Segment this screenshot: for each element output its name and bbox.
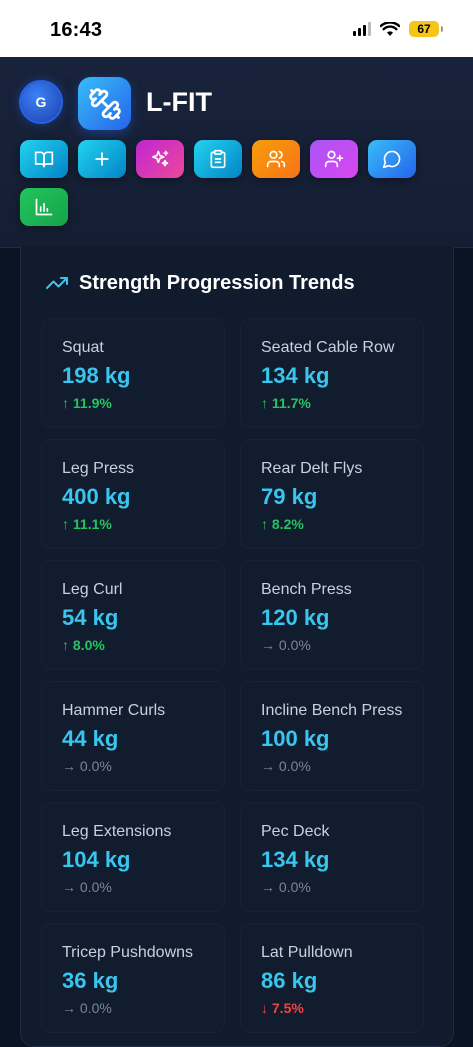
exercise-weight: 36 kg: [62, 968, 119, 993]
clipboard-icon: [210, 149, 226, 169]
community-button[interactable]: [252, 140, 300, 178]
wifi-icon: [380, 21, 400, 36]
battery-indicator: 67: [409, 21, 443, 37]
exercise-name: Leg Extensions: [62, 823, 172, 840]
exercise-name: Incline Bench Press: [261, 702, 403, 719]
exercise-tile[interactable]: Squat 198 kg ↑ 11.9%: [41, 318, 225, 428]
exercise-name: Hammer Curls: [62, 702, 166, 719]
add-button[interactable]: [78, 140, 126, 178]
library-button[interactable]: [20, 140, 68, 178]
exercise-weight: 120 kg: [261, 605, 330, 630]
dumbbell-icon: [88, 87, 121, 120]
app-logo: [78, 77, 131, 130]
avatar-initial: G: [35, 94, 47, 110]
exercise-weight: 134 kg: [261, 847, 330, 872]
exercise-tile[interactable]: Tricep Pushdowns 36 kg → 0.0%: [41, 923, 225, 1033]
add-friend-button[interactable]: [310, 140, 358, 178]
battery-level: 67: [417, 22, 431, 36]
exercise-change: ↑ 11.7%: [261, 395, 311, 411]
trending-up-icon: [46, 277, 68, 289]
book-open-icon: [34, 151, 54, 168]
exercise-name: Seated Cable Row: [261, 339, 395, 356]
exercise-change: → 0.0%: [62, 1000, 112, 1016]
plus-icon: [95, 152, 109, 166]
status-time: 16:43: [50, 19, 103, 41]
status-icons: 67: [353, 21, 443, 37]
exercise-name: Leg Curl: [62, 581, 123, 598]
exercise-tile[interactable]: Bench Press 120 kg → 0.0%: [240, 560, 424, 670]
exercise-name: Lat Pulldown: [261, 944, 353, 961]
exercise-tile[interactable]: Leg Press 400 kg ↑ 11.1%: [41, 439, 225, 549]
card-title: Strength Progression Trends: [79, 271, 355, 294]
user-plus-icon: [324, 150, 344, 168]
exercise-tile[interactable]: Pec Deck 134 kg → 0.0%: [240, 802, 424, 912]
exercise-change: → 0.0%: [62, 879, 112, 895]
exercise-tile[interactable]: Leg Extensions 104 kg → 0.0%: [41, 802, 225, 912]
exercise-name: Bench Press: [261, 581, 352, 598]
exercise-tile[interactable]: Seated Cable Row 134 kg ↑ 11.7%: [240, 318, 424, 428]
exercise-change: → 0.0%: [261, 758, 311, 774]
exercise-weight: 198 kg: [62, 363, 131, 388]
cellular-signal-icon: [353, 22, 371, 36]
exercise-weight: 400 kg: [62, 484, 131, 509]
plan-button[interactable]: [194, 140, 242, 178]
card-header: Strength Progression Trends: [45, 271, 355, 295]
strength-progression-card: Strength Progression Trends Squat 198 kg…: [20, 246, 454, 1047]
exercise-weight: 44 kg: [62, 726, 119, 751]
exercise-weight: 86 kg: [261, 968, 318, 993]
exercise-weight: 54 kg: [62, 605, 119, 630]
users-icon: [266, 150, 286, 168]
bar-chart-icon: [35, 198, 53, 216]
exercise-change: ↑ 8.2%: [261, 516, 304, 532]
exercise-change: ↓ 7.5%: [261, 1000, 304, 1016]
exercise-weight: 100 kg: [261, 726, 330, 751]
exercise-name: Leg Press: [62, 460, 135, 477]
exercise-change: ↑ 11.9%: [62, 395, 112, 411]
ai-button[interactable]: [136, 140, 184, 178]
toolbar: [20, 140, 460, 226]
exercise-change: → 0.0%: [62, 758, 112, 774]
sparkles-icon: [152, 150, 169, 167]
chat-button[interactable]: [368, 140, 416, 178]
exercise-tile[interactable]: Leg Curl 54 kg ↑ 8.0%: [41, 560, 225, 670]
message-circle-icon: [382, 150, 401, 169]
exercise-tile[interactable]: Incline Bench Press 100 kg → 0.0%: [240, 681, 424, 791]
app-title: L-FIT: [146, 87, 212, 117]
exercise-change: → 0.0%: [261, 879, 311, 895]
stats-button[interactable]: [20, 188, 68, 226]
status-bar: 16:43 67: [0, 0, 473, 57]
exercise-change: ↑ 8.0%: [62, 637, 105, 653]
exercise-tile[interactable]: Lat Pulldown 86 kg ↓ 7.5%: [240, 923, 424, 1033]
exercise-tile[interactable]: Rear Delt Flys 79 kg ↑ 8.2%: [240, 439, 424, 549]
avatar[interactable]: G: [21, 82, 61, 122]
exercise-change: → 0.0%: [261, 637, 311, 653]
exercise-weight: 79 kg: [261, 484, 318, 509]
exercise-name: Rear Delt Flys: [261, 460, 363, 477]
exercise-name: Squat: [62, 339, 104, 356]
exercise-change: ↑ 11.1%: [62, 516, 112, 532]
exercise-name: Pec Deck: [261, 823, 330, 840]
exercise-tile[interactable]: Hammer Curls 44 kg → 0.0%: [41, 681, 225, 791]
exercise-name: Tricep Pushdowns: [62, 944, 194, 961]
exercise-weight: 104 kg: [62, 847, 131, 872]
exercise-weight: 134 kg: [261, 363, 330, 388]
